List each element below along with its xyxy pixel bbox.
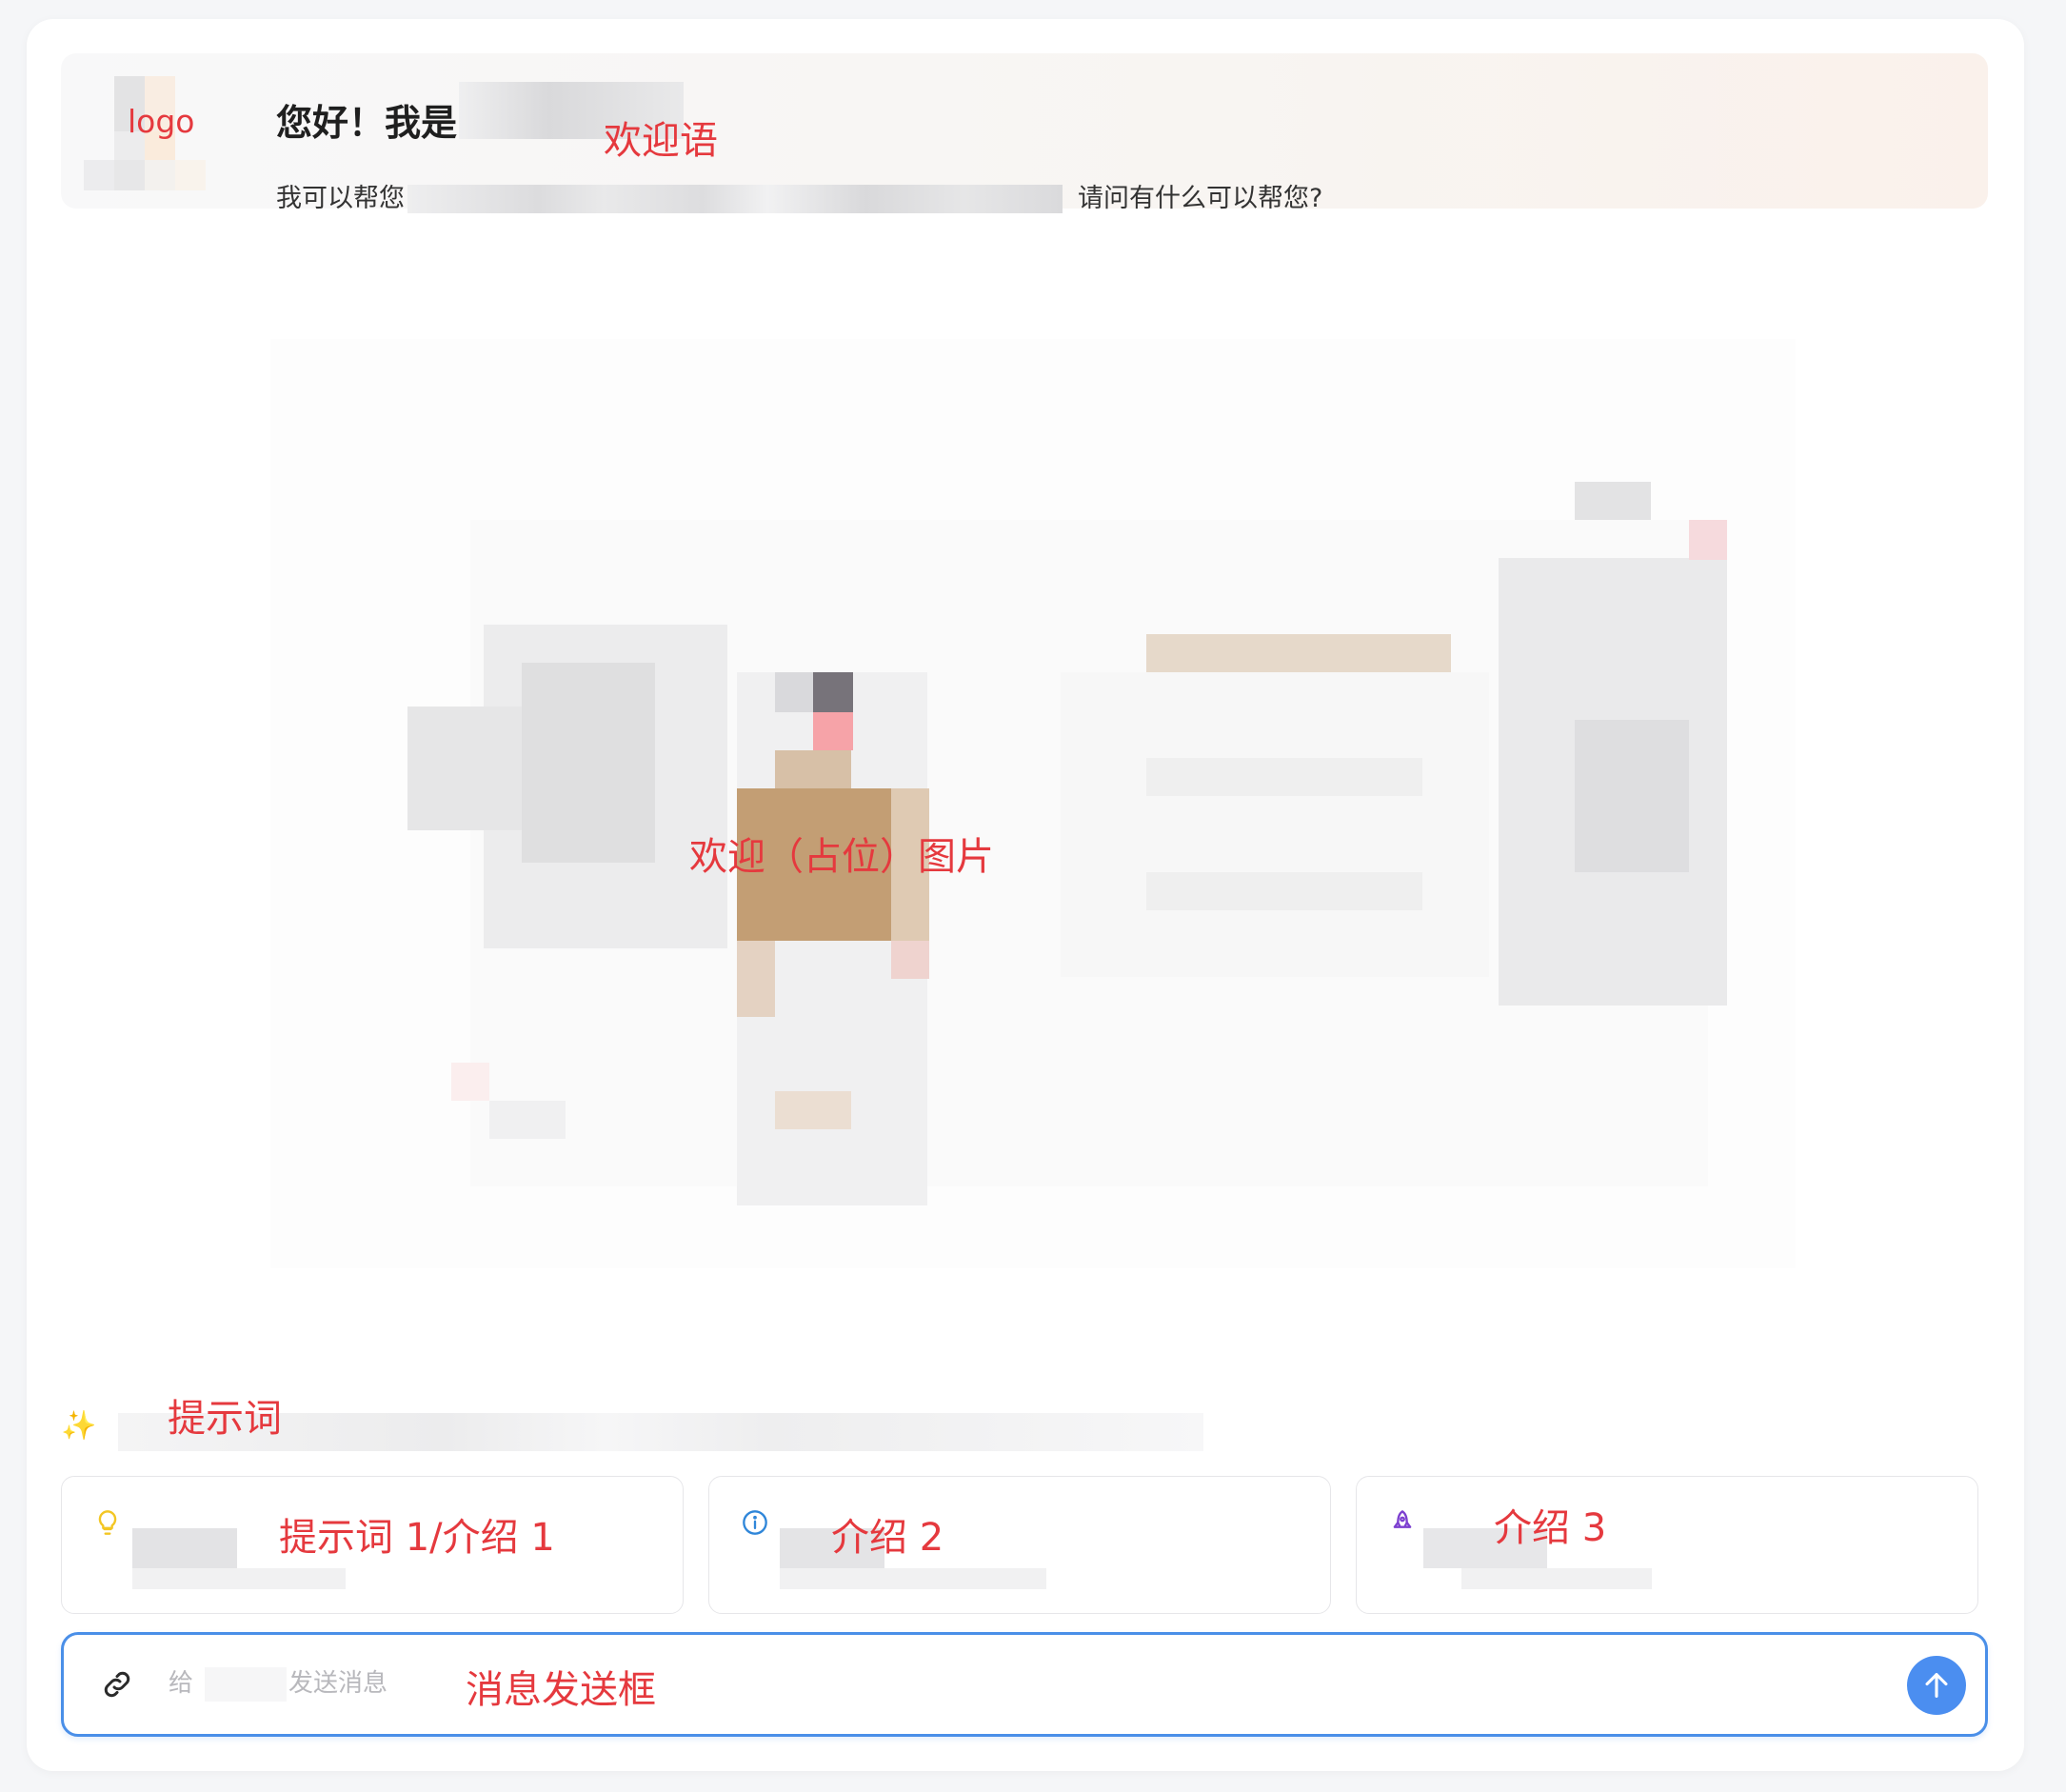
input-annotation: 消息发送框 <box>466 1668 656 1712</box>
message-input-box[interactable]: 给 发送消息 消息发送框 <box>61 1632 1988 1737</box>
greeting-prefix: 我可以帮您 <box>276 184 405 213</box>
suggestion-annotation-2: 介绍 2 <box>831 1516 944 1560</box>
link-icon[interactable] <box>100 1667 134 1702</box>
greeting-suffix: 请问有什么可以帮您? <box>1078 184 1323 213</box>
sparkles-icon: ✨ <box>61 1409 97 1443</box>
suggestion-annotation-1: 提示词 1/介绍 1 <box>279 1516 555 1560</box>
suggestion-annotation-3: 介绍 3 <box>1494 1506 1607 1550</box>
arrow-up-icon <box>1925 1673 1948 1698</box>
message-placeholder-prefix: 给 <box>169 1669 194 1698</box>
info-circle-icon <box>743 1510 767 1535</box>
chat-panel: logo 您好！我是 欢迎语 我可以帮您 请问有什么可以帮您? 欢迎（占位）图片… <box>27 19 2024 1771</box>
capability-redacted <box>407 185 1063 213</box>
send-button[interactable] <box>1907 1656 1966 1715</box>
placeholder-image-annotation: 欢迎（占位）图片 <box>689 835 994 879</box>
suggestion-card-2[interactable]: 介绍 2 <box>708 1476 1331 1614</box>
assistant-name-redacted <box>205 1667 287 1702</box>
welcome-banner: logo 您好！我是 欢迎语 我可以帮您 请问有什么可以帮您? <box>61 53 1988 213</box>
suggestion-card-3[interactable]: 介绍 3 <box>1356 1476 1978 1614</box>
prompt-annotation: 提示词 <box>168 1397 282 1441</box>
rocket-icon <box>1393 1510 1412 1528</box>
welcome-placeholder-image: 欢迎（占位）图片 <box>270 339 1796 1268</box>
logo-annotation: logo <box>128 103 195 140</box>
suggestion-card-1[interactable]: 提示词 1/介绍 1 <box>61 1476 684 1614</box>
greeting-title: 您好！我是 <box>276 102 458 144</box>
welcome-annotation: 欢迎语 <box>604 119 718 163</box>
message-placeholder-suffix: 发送消息 <box>288 1669 388 1698</box>
lightbulb-icon <box>98 1510 117 1535</box>
